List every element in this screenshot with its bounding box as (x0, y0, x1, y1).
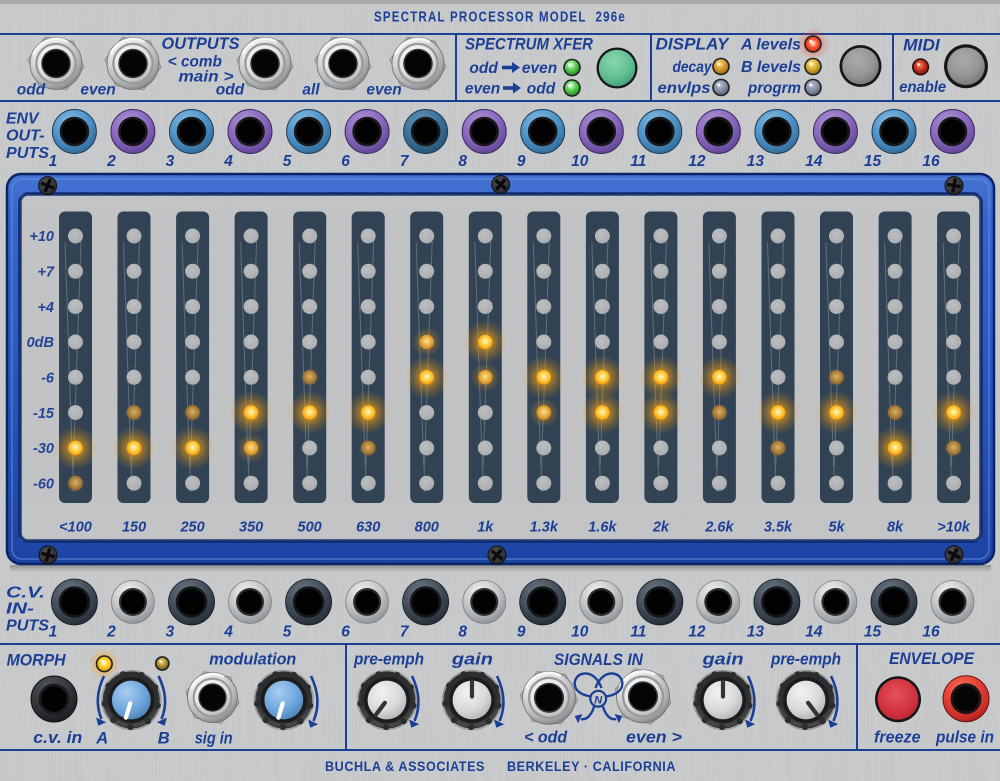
svg-text:B levels: B levels (741, 59, 801, 76)
svg-text:SPECTRUM XFER: SPECTRUM XFER (465, 36, 593, 54)
svg-text:12: 12 (688, 153, 706, 170)
svg-text:2.6k: 2.6k (704, 520, 734, 536)
svg-text:16: 16 (922, 624, 940, 641)
svg-text:odd: odd (17, 82, 46, 99)
svg-text:350: 350 (239, 520, 263, 536)
svg-text:800: 800 (415, 520, 439, 536)
svg-text:250: 250 (179, 520, 204, 536)
svg-text:3: 3 (166, 624, 175, 641)
svg-text:2: 2 (106, 624, 116, 641)
svg-text:4: 4 (223, 153, 233, 170)
svg-text:15: 15 (864, 153, 882, 170)
svg-text:1.6k: 1.6k (588, 520, 617, 536)
svg-text:2k: 2k (652, 520, 670, 536)
svg-text:pulse in: pulse in (935, 729, 994, 747)
svg-text:1.3k: 1.3k (530, 520, 559, 536)
svg-text:OUT-: OUT- (6, 128, 45, 145)
svg-text:9: 9 (517, 624, 526, 641)
svg-text:2: 2 (106, 153, 116, 170)
svg-text:pre-emph: pre-emph (770, 650, 841, 668)
svg-text:>10k: >10k (937, 520, 971, 536)
svg-text:freeze: freeze (874, 729, 921, 747)
svg-text:odd: odd (527, 81, 556, 98)
svg-text:A levels: A levels (740, 37, 801, 54)
svg-text:c.v. in: c.v. in (33, 729, 82, 747)
svg-text:DISPLAY: DISPLAY (656, 36, 731, 54)
svg-text:150: 150 (122, 520, 146, 536)
svg-text:sig in: sig in (195, 730, 233, 748)
svg-text:12: 12 (688, 624, 706, 641)
svg-text:envlps: envlps (658, 80, 711, 97)
svg-text:even >: even > (626, 729, 682, 747)
svg-text:5: 5 (283, 153, 292, 170)
svg-text:1k: 1k (477, 520, 494, 536)
svg-text:14: 14 (805, 153, 823, 170)
svg-text:8: 8 (458, 624, 467, 641)
svg-text:10: 10 (571, 624, 589, 641)
svg-text:4: 4 (223, 624, 233, 641)
svg-text:10: 10 (571, 153, 589, 170)
svg-text:3.5k: 3.5k (764, 520, 793, 536)
svg-text:500: 500 (298, 520, 322, 536)
svg-text:14: 14 (805, 624, 823, 641)
svg-text:gain: gain (451, 650, 493, 668)
svg-text:630: 630 (356, 520, 380, 536)
svg-text:BERKELEY · CALIFORNIA: BERKELEY · CALIFORNIA (507, 759, 676, 774)
svg-text:5: 5 (283, 624, 292, 641)
svg-text:IN-: IN- (6, 601, 34, 618)
svg-text:MIDI: MIDI (903, 36, 940, 54)
svg-text:9: 9 (517, 153, 526, 170)
svg-text:1: 1 (49, 153, 58, 170)
svg-text:3: 3 (166, 153, 175, 170)
svg-text:OUTPUTS: OUTPUTS (162, 35, 240, 53)
svg-text:gain: gain (701, 650, 743, 668)
svg-text:N: N (594, 695, 603, 707)
svg-text:15: 15 (864, 624, 882, 641)
svg-text:A: A (95, 730, 108, 748)
svg-text:even: even (366, 82, 401, 99)
svg-text:16: 16 (922, 153, 940, 170)
svg-text:decay: decay (673, 59, 713, 76)
svg-text:B: B (158, 730, 170, 748)
svg-text:MORPH: MORPH (7, 651, 67, 669)
svg-text:5k: 5k (828, 520, 845, 536)
svg-text:odd: odd (469, 60, 498, 77)
svg-text:PUTS: PUTS (6, 145, 50, 162)
svg-text:progrm: progrm (747, 80, 801, 97)
svg-text:ENV: ENV (6, 111, 40, 128)
svg-text:even: even (465, 81, 500, 98)
svg-text:pre-emph: pre-emph (353, 650, 424, 668)
svg-text:11: 11 (630, 624, 646, 641)
svg-text:< odd: < odd (524, 729, 568, 747)
svg-text:13: 13 (747, 624, 765, 641)
svg-text:7: 7 (400, 153, 410, 170)
svg-text:6: 6 (341, 624, 350, 641)
svg-text:SIGNALS IN: SIGNALS IN (554, 651, 644, 669)
svg-text:even: even (522, 60, 557, 77)
svg-text:BUCHLA & ASSOCIATES: BUCHLA & ASSOCIATES (325, 759, 485, 774)
svg-text:enable: enable (899, 79, 946, 96)
svg-text:even: even (80, 82, 115, 99)
svg-text:1: 1 (49, 624, 58, 641)
svg-text:all: all (302, 82, 320, 99)
svg-text:8k: 8k (887, 520, 904, 536)
svg-text:SPECTRAL PROCESSOR MODEL 296e: SPECTRAL PROCESSOR MODEL 296e (374, 9, 626, 26)
svg-text:<100: <100 (59, 520, 92, 536)
svg-text:11: 11 (630, 153, 646, 170)
svg-text:modulation: modulation (209, 650, 296, 668)
svg-text:8: 8 (458, 153, 467, 170)
svg-text:C.V.: C.V. (6, 585, 45, 602)
svg-text:ENVELOPE: ENVELOPE (889, 650, 975, 668)
svg-text:main >: main > (179, 69, 234, 86)
svg-text:6: 6 (341, 153, 350, 170)
svg-text:7: 7 (400, 624, 410, 641)
svg-text:13: 13 (747, 153, 765, 170)
svg-text:PUTS: PUTS (6, 618, 50, 635)
